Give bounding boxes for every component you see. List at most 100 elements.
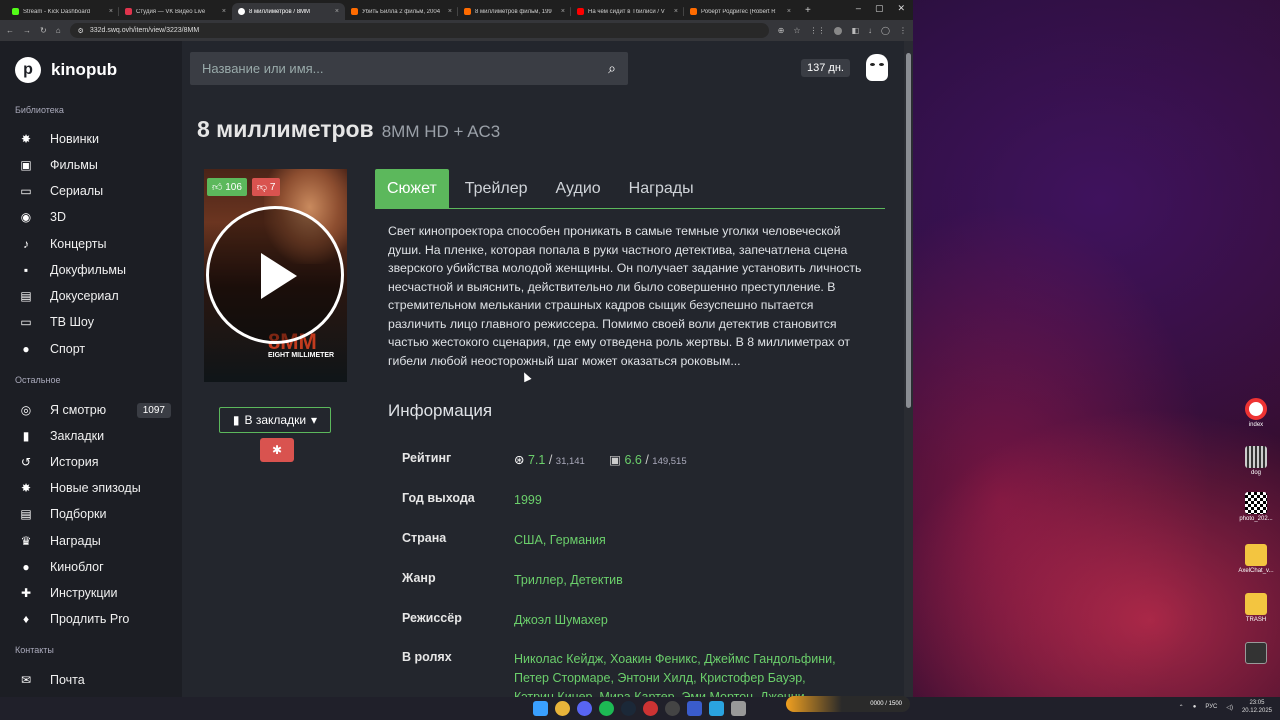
history-icon: ↺ xyxy=(20,455,32,469)
play-icon[interactable] xyxy=(206,206,344,344)
browser-tab[interactable]: На чём сидит в Тбилиси / V × xyxy=(571,3,684,20)
close-icon[interactable]: × xyxy=(222,8,226,15)
browser-tab[interactable]: Роберт Родригес (Robert R × xyxy=(684,3,797,20)
close-icon[interactable]: × xyxy=(335,8,339,15)
sidebar-item-bookmarks[interactable]: ▮ Закладки xyxy=(19,426,171,446)
like-button[interactable]: 👍︎ 106 xyxy=(207,178,247,196)
desktop-icon-axelchat[interactable]: AxelChat_v... xyxy=(1232,544,1280,574)
sidebar-item-awards[interactable]: ♛ Награды xyxy=(19,531,171,551)
obs-icon[interactable] xyxy=(665,701,680,716)
bookmark-star-icon[interactable]: ☆ xyxy=(793,26,800,35)
browser-tab[interactable]: 8 миллиметров фильм, 199 × xyxy=(458,3,571,20)
start-icon[interactable] xyxy=(533,701,548,716)
sidebar-item-instructions[interactable]: ✚ Инструкции xyxy=(19,583,171,603)
reload-icon[interactable]: ↻ xyxy=(40,26,47,35)
zoom-icon[interactable]: ⊕ xyxy=(778,26,785,35)
desktop-icon-photo[interactable]: photo_202... xyxy=(1232,492,1280,522)
close-icon[interactable]: × xyxy=(787,8,791,15)
language-indicator[interactable]: РУС xyxy=(1205,704,1217,710)
menu-icon[interactable]: ⋮ xyxy=(899,26,907,35)
sidebar-item-3d[interactable]: ◉ 3D xyxy=(19,207,171,227)
trophy-icon: ♛ xyxy=(20,534,32,548)
tab-trailer[interactable]: Трейлер xyxy=(453,169,540,208)
account-icon[interactable]: ◯ xyxy=(881,26,890,35)
sidebar-item-concerts[interactable]: ♪ Концерты xyxy=(19,234,171,254)
movie-poster[interactable]: 8MM EIGHT MILLIMETER xyxy=(204,169,347,382)
download-icon[interactable]: ↓ xyxy=(868,26,872,35)
chrome-icon xyxy=(1245,398,1267,420)
telegram-icon[interactable] xyxy=(709,701,724,716)
imdb-icon: ▣ xyxy=(609,453,625,467)
settings-icon[interactable] xyxy=(731,701,746,716)
sidebar-item-docuseries[interactable]: ▤ Докусериал xyxy=(19,286,171,306)
sidebar-item-collections[interactable]: ▤ Подборки xyxy=(19,504,171,524)
puzzle-icon[interactable]: ◧ xyxy=(851,26,859,35)
browser-tab[interactable]: Убить Билла 2 фильм, 2004 × xyxy=(345,3,458,20)
desktop-icon-trash[interactable]: TRASH xyxy=(1232,593,1280,623)
browser-tab[interactable]: Stream - Kick Dashboard × xyxy=(6,3,119,20)
steam-icon[interactable] xyxy=(621,701,636,716)
profile-extension-icon[interactable] xyxy=(834,26,843,35)
search-icon[interactable]: ⌕ xyxy=(608,60,616,77)
sidebar-item-sport[interactable]: ● Спорт xyxy=(19,339,171,359)
tab-awards[interactable]: Награды xyxy=(617,169,706,208)
spotify-icon[interactable] xyxy=(599,701,614,716)
forward-icon[interactable]: → xyxy=(23,26,31,35)
sidebar-item-extend-pro[interactable]: ♦ Продлить Pro xyxy=(19,609,171,629)
page-scrollbar[interactable] xyxy=(904,41,913,697)
desktop-icon-index[interactable]: index xyxy=(1232,398,1280,428)
search-input[interactable] xyxy=(202,61,609,76)
sidebar-item-mail[interactable]: ✉ Почта xyxy=(19,670,171,690)
clock[interactable]: 23:05 20.12.2025 xyxy=(1242,699,1272,715)
tab-audio[interactable]: Аудио xyxy=(544,169,613,208)
sidebar-item-new[interactable]: ✸ Новинки xyxy=(19,129,171,149)
site-info-icon[interactable]: ⚙ xyxy=(78,27,84,35)
microphone-icon[interactable]: ● xyxy=(1193,704,1197,710)
browser-tab[interactable]: Студия — VK Видео Live × xyxy=(119,3,232,20)
info-row-director: Режиссёр Джоэл Шумахер xyxy=(402,611,608,627)
subscription-days-badge[interactable]: 137 дн. xyxy=(801,59,850,77)
sidebar-item-movies[interactable]: ▣ Фильмы xyxy=(19,155,171,175)
folder-icon xyxy=(1245,544,1267,566)
avatar[interactable] xyxy=(866,54,888,81)
discord-icon[interactable] xyxy=(577,701,592,716)
close-icon[interactable]: × xyxy=(561,8,565,15)
add-bookmark-button[interactable]: ▮ В закладки ▾ xyxy=(219,407,331,433)
app-icon[interactable] xyxy=(643,701,658,716)
home-icon[interactable]: ⌂ xyxy=(56,26,61,35)
back-icon[interactable]: ← xyxy=(6,26,14,35)
sidebar-item-tvshow[interactable]: ▭ ТВ Шоу xyxy=(19,312,171,332)
minimize-icon[interactable]: – xyxy=(856,3,861,14)
close-window-icon[interactable]: ✕ xyxy=(897,3,905,14)
close-icon[interactable]: × xyxy=(109,8,113,15)
sidebar-item-new-episodes[interactable]: ✸ Новые эпизоды xyxy=(19,478,171,498)
eye-icon: ◎ xyxy=(20,403,32,417)
volume-icon[interactable]: ◁) xyxy=(1226,704,1233,711)
close-icon[interactable]: × xyxy=(448,8,452,15)
dislike-button[interactable]: 👎︎ 7 xyxy=(251,178,281,196)
sidebar-item-watching[interactable]: ◎ Я смотрю 1097 xyxy=(19,400,171,420)
maximize-icon[interactable]: ▢ xyxy=(875,3,884,14)
scrollbar-thumb[interactable] xyxy=(906,53,911,408)
app-icon[interactable] xyxy=(687,701,702,716)
site-logo[interactable]: p kinopub xyxy=(15,57,117,83)
sidebar-item-blog[interactable]: ● Киноблог xyxy=(19,557,171,577)
url-field[interactable]: ⚙ 332d.swq.ovh/item/view/3223/8MM xyxy=(69,23,769,38)
tab-plot[interactable]: Сюжет xyxy=(375,169,449,208)
new-tab-button[interactable]: + xyxy=(805,5,811,16)
report-bug-button[interactable]: ✱ xyxy=(260,438,294,462)
3d-icon: ◉ xyxy=(20,210,32,224)
sidebar-item-history[interactable]: ↺ История xyxy=(19,452,171,472)
sidebar-item-documovies[interactable]: ▪ Докуфильмы xyxy=(19,260,171,280)
desktop-icon-dog[interactable]: dog xyxy=(1232,446,1280,476)
chrome-icon[interactable] xyxy=(555,701,570,716)
close-icon[interactable]: × xyxy=(674,8,678,15)
chevron-up-icon[interactable]: ⌃ xyxy=(1179,704,1184,711)
sidebar-item-series[interactable]: ▭ Сериалы xyxy=(19,181,171,201)
browser-tab-active[interactable]: 8 миллиметров / 8MM × xyxy=(232,3,345,20)
desktop-icon-sdcard[interactable] xyxy=(1232,642,1280,666)
window-controls: – ▢ ✕ xyxy=(856,3,905,14)
thumbs-up-icon: 👍︎ xyxy=(212,182,226,193)
instructions-icon: ✚ xyxy=(20,586,32,600)
extension-icon[interactable]: ⋮⋮ xyxy=(809,26,825,35)
